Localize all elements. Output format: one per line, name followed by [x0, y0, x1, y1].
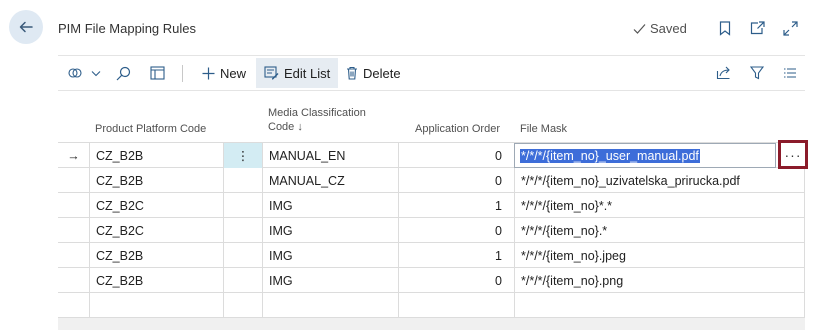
edit-list-icon [264, 66, 279, 80]
file-mask-lookup-button[interactable]: ··· [778, 140, 808, 169]
view-layout-button[interactable] [150, 58, 165, 88]
cell-file-mask[interactable] [514, 293, 805, 318]
open-new-window-button[interactable] [746, 17, 768, 39]
bookmark-icon [719, 20, 731, 36]
cell-file-mask[interactable]: */*/*/{item_no}.png [514, 268, 805, 293]
cell-application-order[interactable]: 0 [398, 143, 514, 168]
expand-icon [782, 20, 798, 36]
cell-application-order[interactable]: 0 [398, 218, 514, 243]
cell-product-platform-code[interactable]: CZ_B2B [89, 243, 223, 268]
action-toolbar: New Edit List Delete [58, 58, 805, 88]
cell-application-order[interactable] [398, 293, 514, 318]
cell-product-platform-code[interactable]: CZ_B2B [89, 143, 223, 168]
file-mask-value: */*/*/{item_no}.* [521, 223, 608, 238]
expand-button[interactable] [779, 17, 801, 39]
cell-file-mask[interactable]: */*/*/{item_no}_user_manual.pdf [514, 143, 776, 168]
open-in-new-window-icon [750, 21, 765, 35]
trash-icon [347, 66, 357, 80]
row-menu[interactable] [223, 243, 262, 268]
cell-product-platform-code[interactable]: CZ_B2C [89, 218, 223, 243]
toolbar-divider [58, 90, 805, 91]
cell-media-classification-code[interactable]: IMG [262, 243, 398, 268]
cell-product-platform-code[interactable]: CZ_B2B [89, 168, 223, 193]
list-icon [784, 68, 796, 78]
filter-pane-button[interactable] [68, 58, 101, 88]
back-button[interactable] [9, 10, 43, 44]
row-menu[interactable] [223, 193, 262, 218]
share-button[interactable] [716, 58, 731, 88]
cell-application-order[interactable]: 1 [398, 243, 514, 268]
cell-product-platform-code[interactable] [89, 293, 223, 318]
bookmark-button[interactable] [714, 17, 736, 39]
delete-label: Delete [363, 65, 401, 81]
cell-media-classification-code[interactable] [262, 293, 398, 318]
saved-label: Saved [650, 21, 687, 36]
page-title: PIM File Mapping Rules [58, 21, 196, 36]
new-button[interactable]: New [200, 58, 248, 88]
file-mask-value: */*/*/{item_no}*.* [521, 198, 613, 213]
cell-media-classification-code[interactable]: IMG [262, 268, 398, 293]
cell-media-classification-code[interactable]: IMG [262, 218, 398, 243]
column-header-product-platform-code[interactable]: Product Platform Code [95, 122, 206, 136]
file-mask-value: */*/*/{item_no}_uzivatelska_prirucka.pdf [521, 173, 740, 188]
column-header-media-classification-code[interactable]: Media Classification Code ↓ [268, 106, 366, 134]
filter-icon [750, 66, 764, 80]
cell-media-classification-code[interactable]: MANUAL_CZ [262, 168, 398, 193]
list-view-button[interactable] [783, 58, 797, 88]
table-row[interactable]: CZ_B2B IMG 1 */*/*/{item_no}.jpeg [58, 243, 805, 268]
table-row[interactable]: CZ_B2C IMG 1 */*/*/{item_no}*.* [58, 193, 805, 218]
row-indicator [58, 293, 89, 318]
toolbar-separator [182, 65, 183, 82]
search-button[interactable] [116, 58, 131, 88]
cell-product-platform-code[interactable]: CZ_B2B [89, 268, 223, 293]
plus-icon [202, 67, 215, 79]
file-mask-input[interactable]: */*/*/{item_no}_user_manual.pdf [520, 148, 700, 163]
layout-icon [150, 66, 165, 80]
delete-button[interactable]: Delete [346, 58, 401, 88]
grid-footer [58, 318, 805, 330]
row-indicator [58, 218, 89, 243]
arrow-left-icon [19, 21, 33, 33]
table-row[interactable] [58, 293, 805, 318]
cell-application-order[interactable]: 0 [398, 168, 514, 193]
cell-file-mask[interactable]: */*/*/{item_no}.* [514, 218, 805, 243]
header-divider [58, 55, 805, 56]
row-menu[interactable] [223, 268, 262, 293]
search-icon [116, 66, 131, 80]
edit-list-button[interactable]: Edit List [256, 58, 339, 88]
share-icon [716, 66, 730, 80]
cell-file-mask[interactable]: */*/*/{item_no}*.* [514, 193, 805, 218]
filter-button[interactable] [750, 58, 764, 88]
table-row[interactable]: CZ_B2B MANUAL_CZ 0 */*/*/{item_no}_uzivatel… [58, 168, 805, 193]
current-row-arrow-icon: → [67, 148, 80, 163]
row-menu [223, 293, 262, 318]
filter-pane-icon [68, 68, 82, 78]
file-mask-value: */*/*/{item_no}.jpeg [521, 248, 626, 263]
row-menu[interactable] [223, 218, 262, 243]
row-indicator [58, 268, 89, 293]
row-actions-menu-button[interactable]: ⋮ [223, 143, 262, 168]
chevron-down-icon [91, 70, 101, 76]
row-indicator [58, 193, 89, 218]
new-label: New [220, 65, 247, 81]
cell-file-mask[interactable]: */*/*/{item_no}_uzivatelska_prirucka.pdf [514, 168, 805, 193]
row-menu[interactable] [223, 168, 262, 193]
cell-file-mask[interactable]: */*/*/{item_no}.jpeg [514, 243, 805, 268]
row-indicator [58, 168, 89, 193]
saved-status: Saved [633, 21, 687, 36]
cell-application-order[interactable]: 0 [398, 268, 514, 293]
cell-media-classification-code[interactable]: IMG [262, 193, 398, 218]
check-icon [633, 23, 646, 34]
table-row[interactable]: → CZ_B2B ⋮ MANUAL_EN 0 */*/*/{item_no}_user_m… [58, 143, 805, 168]
column-header-file-mask[interactable]: File Mask [520, 122, 567, 136]
row-indicator [58, 243, 89, 268]
cell-product-platform-code[interactable]: CZ_B2C [89, 193, 223, 218]
cell-media-classification-code[interactable]: MANUAL_EN [262, 143, 398, 168]
edit-list-label: Edit List [284, 65, 331, 81]
column-header-application-order[interactable]: Application Order [415, 122, 500, 136]
table-row[interactable]: CZ_B2B IMG 0 */*/*/{item_no}.png [58, 268, 805, 293]
cell-application-order[interactable]: 1 [398, 193, 514, 218]
table-row[interactable]: CZ_B2C IMG 0 */*/*/{item_no}.* [58, 218, 805, 243]
file-mask-value: */*/*/{item_no}.png [521, 273, 624, 288]
